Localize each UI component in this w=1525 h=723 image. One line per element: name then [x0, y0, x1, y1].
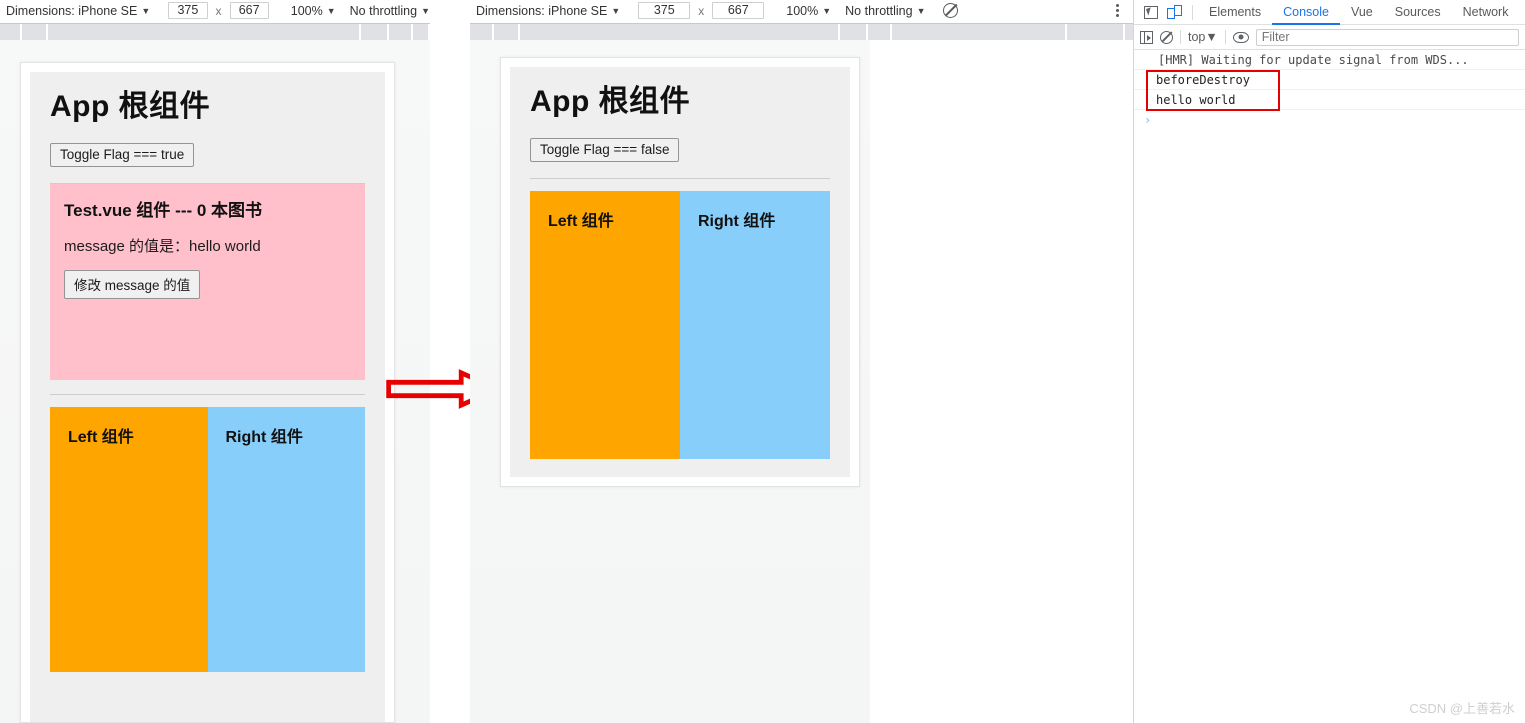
ruler-segment	[892, 24, 1067, 40]
device-select-2[interactable]: Dimensions: iPhone SE ▼	[476, 4, 620, 18]
device-select-1[interactable]: Dimensions: iPhone SE ▼	[6, 4, 150, 18]
console-filter-bar: top ▼	[1134, 25, 1525, 50]
devtools-dock: Elements Console Vue Sources Network top…	[1133, 0, 1525, 723]
viewport-ruler-1	[0, 23, 430, 40]
test-component-message: message 的值是：hello world	[64, 237, 261, 255]
left-right-wrapper-1: Left 组件 Right 组件	[50, 406, 365, 672]
console-row-before-destroy[interactable]: beforeDestroy	[1134, 70, 1525, 90]
device-select-label-2: Dimensions: iPhone SE	[476, 3, 608, 18]
left-component-2: Left 组件	[530, 190, 680, 459]
page-title: App 根组件	[530, 85, 691, 118]
left-component-label: Left 组件	[68, 428, 134, 446]
right-component-label: Right 组件	[698, 212, 776, 230]
ruler-segment	[361, 24, 389, 40]
ruler-segment	[868, 24, 892, 40]
viewport-width-input-2[interactable]: 375	[638, 2, 691, 19]
toggle-flag-button[interactable]: Toggle Flag === true	[50, 142, 195, 167]
chevron-down-icon: ▼	[1205, 30, 1218, 44]
screenshot-root: Dimensions: iPhone SE ▼ 375 x 667 100% ▼…	[0, 0, 1525, 723]
tab-network[interactable]: Network	[1452, 0, 1520, 25]
app-root-1: App 根组件 Toggle Flag === true Test.vue 组件…	[30, 72, 385, 722]
tab-vue[interactable]: Vue	[1340, 0, 1384, 25]
no-throttling-icon[interactable]	[943, 3, 959, 18]
chevron-down-icon: ▼	[421, 5, 430, 16]
console-sidebar-icon[interactable]	[1140, 30, 1153, 44]
right-component-1: Right 组件	[207, 406, 365, 672]
console-row-hmr[interactable]: [HMR] Waiting for update signal from WDS…	[1134, 50, 1525, 70]
inspect-element-icon[interactable]	[1144, 5, 1158, 19]
throttling-select-2[interactable]: No throttling ▼	[845, 4, 925, 18]
viewport-ruler-2	[470, 23, 1133, 40]
divider	[530, 177, 830, 179]
app-root-2: App 根组件 Toggle Flag === false Left 组件 Ri…	[510, 67, 850, 477]
ruler-segment	[413, 24, 430, 40]
ruler-segment	[520, 24, 840, 40]
test-component-title: Test.vue 组件 --- 0 本图书	[64, 200, 263, 220]
tab-console[interactable]: Console	[1272, 0, 1340, 25]
left-component-1: Left 组件	[50, 406, 208, 672]
throttling-label-2: No throttling	[845, 3, 913, 18]
ruler-segment	[494, 24, 520, 40]
throttling-select-1[interactable]: No throttling ▼	[350, 4, 430, 18]
chevron-down-icon: ▼	[822, 5, 832, 16]
viewport-width-input-1[interactable]: 375	[168, 2, 208, 19]
left-right-wrapper-2: Left 组件 Right 组件	[530, 190, 830, 459]
left-component-label: Left 组件	[548, 212, 614, 230]
toolbar-divider	[1192, 4, 1193, 20]
devtools-tabbar: Elements Console Vue Sources Network	[1134, 0, 1525, 25]
zoom-select-2[interactable]: 100% ▼	[786, 4, 831, 18]
ruler-segment	[22, 24, 48, 40]
phone-frame-2: App 根组件 Toggle Flag === false Left 组件 Ri…	[500, 57, 860, 487]
emulation-toolbar-1: Dimensions: iPhone SE ▼ 375 x 667 100% ▼…	[0, 0, 430, 21]
console-filter-input[interactable]	[1255, 28, 1519, 46]
right-component-label: Right 组件	[225, 428, 303, 446]
live-expression-icon[interactable]	[1232, 31, 1249, 43]
zoom-label-1: 100%	[290, 3, 323, 18]
ruler-segment	[389, 24, 413, 40]
console-output[interactable]: [HMR] Waiting for update signal from WDS…	[1134, 50, 1525, 130]
zoom-label-2: 100%	[786, 3, 819, 18]
kebab-menu-icon[interactable]	[1116, 4, 1119, 17]
console-context-select[interactable]: top ▼	[1188, 30, 1218, 44]
console-context-label: top	[1188, 30, 1206, 44]
capture-gutter	[430, 0, 470, 723]
tab-elements[interactable]: Elements	[1198, 0, 1272, 25]
right-component-2: Right 组件	[680, 190, 830, 459]
page-title: App 根组件	[50, 90, 211, 123]
phone-frame-1: App 根组件 Toggle Flag === true Test.vue 组件…	[20, 62, 395, 723]
toolbar-divider	[1224, 30, 1226, 44]
ruler-segment	[0, 24, 22, 40]
divider	[50, 393, 365, 395]
chevron-down-icon: ▼	[611, 5, 621, 16]
chevron-down-icon: ▼	[326, 5, 336, 16]
emulation-toolbar-2: Dimensions: iPhone SE ▼ 375 x 667 100% ▼…	[470, 0, 1133, 21]
ruler-segment	[840, 24, 868, 40]
test-component-box: Test.vue 组件 --- 0 本图书 message 的值是：hello …	[50, 183, 365, 380]
device-toolbar-icon[interactable]	[1167, 5, 1182, 19]
console-row-hello-world[interactable]: hello world	[1134, 90, 1525, 110]
viewport-height-input-1[interactable]: 667	[229, 2, 269, 19]
ruler-segment	[1067, 24, 1125, 40]
chevron-down-icon: ▼	[141, 5, 151, 16]
device-select-label-1: Dimensions: iPhone SE	[6, 3, 138, 18]
dimension-separator-1: x	[215, 3, 222, 18]
console-prompt[interactable]: ›	[1134, 110, 1525, 130]
chevron-down-icon: ▼	[916, 5, 926, 16]
zoom-select-1[interactable]: 100% ▼	[291, 4, 336, 18]
tab-sources[interactable]: Sources	[1384, 0, 1452, 25]
ruler-segment	[48, 24, 361, 40]
ruler-segment	[470, 24, 494, 40]
toggle-flag-button[interactable]: Toggle Flag === false	[530, 137, 680, 162]
watermark: CSDN @上善若水	[1409, 701, 1515, 716]
toolbar-divider	[1180, 30, 1181, 44]
throttling-label-1: No throttling	[349, 3, 418, 18]
viewport-height-input-2[interactable]: 667	[712, 2, 765, 19]
modify-message-button[interactable]: 修改 message 的值	[64, 269, 201, 299]
dimension-separator-2: x	[698, 3, 705, 18]
clear-console-icon[interactable]	[1160, 30, 1173, 44]
